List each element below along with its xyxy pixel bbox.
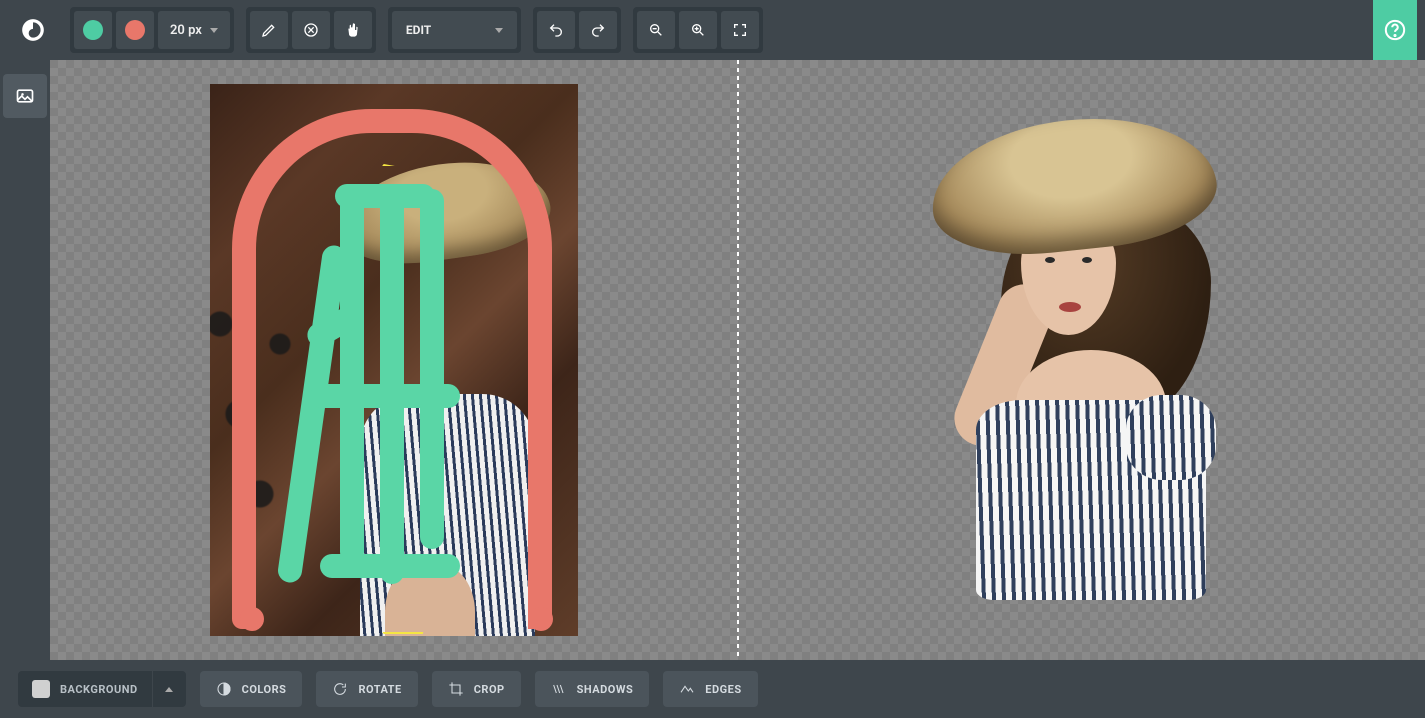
result-panel[interactable]	[738, 60, 1425, 660]
zoom-in-button[interactable]	[679, 11, 717, 49]
top-toolbar: 20 px EDIT	[0, 0, 1425, 60]
edges-button[interactable]: EDGES	[663, 671, 757, 707]
panel-divider[interactable]	[737, 60, 739, 660]
zoom-out-button[interactable]	[637, 11, 675, 49]
crop-icon	[448, 681, 464, 697]
rotate-label: ROTATE	[358, 683, 401, 696]
background-label: BACKGROUND	[60, 683, 138, 696]
edit-group: EDIT	[388, 7, 521, 53]
shadows-icon	[551, 681, 567, 697]
zoom-group	[633, 7, 763, 53]
erase-tool-button[interactable]	[292, 11, 330, 49]
source-panel[interactable]	[50, 60, 738, 660]
main-area	[0, 60, 1425, 660]
brush-color-group: 20 px	[70, 7, 234, 53]
brush-size-dropdown[interactable]: 20 px	[158, 11, 230, 49]
edit-label: EDIT	[406, 23, 431, 37]
undo-button[interactable]	[537, 11, 575, 49]
fit-screen-button[interactable]	[721, 11, 759, 49]
result-image	[931, 120, 1231, 600]
edit-mode-dropdown[interactable]: EDIT	[392, 11, 517, 49]
background-button[interactable]: BACKGROUND	[18, 671, 152, 707]
background-button-group: BACKGROUND	[18, 671, 186, 707]
brush-size-label: 20 px	[170, 23, 202, 38]
edges-icon	[679, 681, 695, 697]
crop-button[interactable]: CROP	[432, 671, 521, 707]
rotate-icon	[332, 681, 348, 697]
canvas-area	[50, 60, 1425, 660]
pan-tool-button[interactable]	[334, 11, 372, 49]
rotate-button[interactable]: ROTATE	[316, 671, 417, 707]
colors-button[interactable]: COLORS	[200, 671, 303, 707]
background-swatch-icon	[32, 680, 50, 698]
edges-label: EDGES	[705, 683, 741, 696]
shadows-label: SHADOWS	[577, 683, 634, 696]
source-image	[210, 84, 578, 636]
keep-marking	[290, 184, 490, 614]
shadows-button[interactable]: SHADOWS	[535, 671, 650, 707]
keep-color-button[interactable]	[74, 11, 112, 49]
keep-circle-icon	[83, 20, 103, 40]
app-logo[interactable]	[8, 17, 58, 43]
contrast-icon	[216, 681, 232, 697]
chevron-down-icon	[495, 28, 503, 33]
history-group	[533, 7, 621, 53]
crop-label: CROP	[474, 683, 505, 696]
chevron-down-icon	[210, 28, 218, 33]
chevron-up-icon	[165, 687, 173, 692]
left-sidebar	[0, 60, 50, 660]
brush-tool-button[interactable]	[250, 11, 288, 49]
images-tab[interactable]	[3, 74, 47, 118]
colors-label: COLORS	[242, 683, 287, 696]
tool-mode-group	[246, 7, 376, 53]
help-button[interactable]	[1373, 0, 1417, 60]
remove-color-button[interactable]	[116, 11, 154, 49]
bottom-toolbar: BACKGROUND COLORS ROTATE CROP SHADOWS ED…	[0, 660, 1425, 718]
redo-button[interactable]	[579, 11, 617, 49]
background-options-button[interactable]	[152, 671, 186, 707]
remove-circle-icon	[125, 20, 145, 40]
